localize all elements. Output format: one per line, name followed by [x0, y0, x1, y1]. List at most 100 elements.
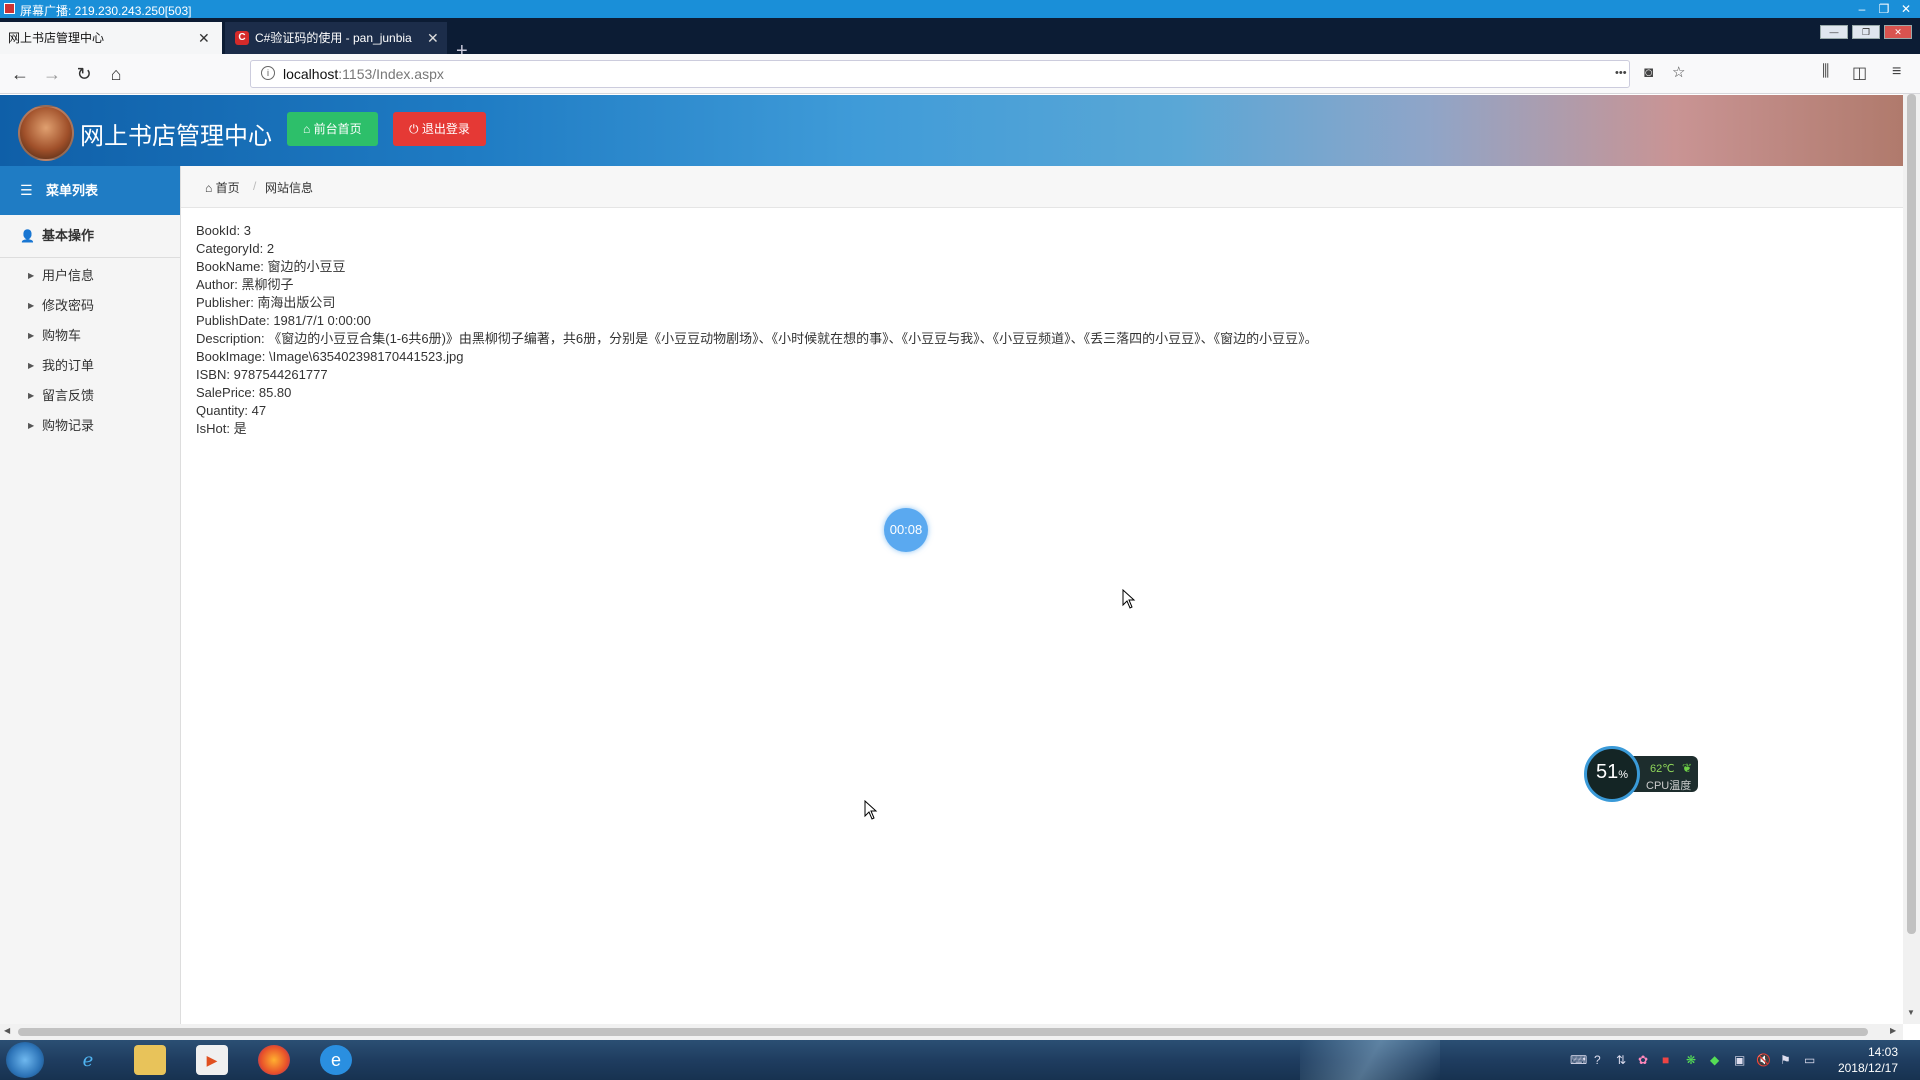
broadcast-close-button[interactable]: ✕ [1896, 0, 1916, 18]
horizontal-scrollbar[interactable]: ◀ ▶ [0, 1024, 1903, 1040]
bookmark-star-icon[interactable]: ☆ [1672, 63, 1685, 81]
home-icon: ⌂ [303, 122, 314, 136]
scroll-right-arrow-icon[interactable]: ▶ [1890, 1026, 1896, 1035]
book-sale-price: SalePrice: 85.80 [196, 385, 292, 400]
clock-date: 2018/12/17 [1837, 1061, 1898, 1075]
tray-leaf-icon[interactable]: ◆ [1710, 1053, 1719, 1067]
leaf-icon: ❦ [1682, 761, 1693, 775]
cpu-temperature-widget[interactable]: 62℃ ❦ CPU温度 51% [1584, 746, 1700, 804]
broadcast-title: 屏幕广播: 219.230.243.250[503] [20, 4, 192, 18]
sidebar-item-label: 购物记录 [42, 418, 95, 433]
mouse-cursor-icon [1122, 589, 1136, 609]
menu-list-label: 菜单列表 [46, 183, 99, 198]
sidebar-item-label: 我的订单 [42, 358, 95, 373]
breadcrumb-current: 网站信息 [265, 181, 314, 195]
site-info-icon[interactable]: i [261, 66, 275, 80]
mouse-cursor-icon [864, 800, 878, 820]
vertical-scrollbar[interactable]: ▼ [1903, 94, 1920, 1024]
caret-right-icon: ▶ [28, 391, 35, 400]
pocket-icon[interactable]: ◙ [1644, 64, 1653, 81]
logout-label: 退出登录 [421, 122, 470, 136]
scroll-down-arrow-icon[interactable]: ▼ [1907, 1008, 1915, 1017]
cpu-temperature: 62℃ [1650, 763, 1675, 775]
firefox-icon[interactable] [258, 1045, 290, 1075]
vertical-scroll-thumb[interactable] [1907, 94, 1916, 934]
caret-right-icon: ▶ [28, 361, 35, 370]
system-clock[interactable]: 14:03 2018/12/17 [1826, 1044, 1898, 1076]
tray-display-icon[interactable]: ▭ [1804, 1053, 1815, 1067]
url-text[interactable]: localhost:1153/Index.aspx [283, 66, 444, 82]
file-explorer-icon[interactable] [134, 1045, 166, 1075]
menu-list-header[interactable]: ☰ 菜单列表 [0, 166, 180, 215]
broadcast-minimize-button[interactable]: – [1852, 0, 1872, 18]
url-bar[interactable]: i localhost:1153/Index.aspx ••• [250, 60, 1630, 88]
frontpage-home-button[interactable]: ⌂ 前台首页 [287, 112, 378, 146]
tray-flag-icon[interactable]: ⚑ [1780, 1053, 1791, 1067]
tray-monitor-icon[interactable]: ▣ [1734, 1053, 1745, 1067]
window-minimize-button[interactable]: — [1820, 25, 1848, 39]
media-player-icon[interactable]: ▶ [196, 1045, 228, 1075]
tray-keyboard-icon[interactable]: ⌨ [1570, 1053, 1587, 1067]
tray-volume-muted-icon[interactable]: 🔇 [1756, 1053, 1771, 1067]
sidebar-toggle-icon[interactable]: ◫ [1852, 63, 1867, 83]
app-title: 网上书店管理中心 [80, 123, 272, 150]
start-button[interactable] [6, 1042, 44, 1078]
sidebar-item-feedback[interactable]: ▶ 留言反馈 [0, 381, 180, 411]
cpu-usage-value: 51 [1596, 761, 1619, 783]
sidebar-item-purchase-history[interactable]: ▶ 购物记录 [0, 411, 180, 441]
caret-right-icon: ▶ [28, 421, 35, 430]
browser-tab-strip: 网上书店管理中心 ✕ C C#验证码的使用 - pan_junbia ✕ + [0, 18, 1920, 62]
power-icon: ⏻ [409, 122, 422, 136]
hamburger-menu-icon[interactable]: ≡ [1892, 63, 1901, 81]
book-publisher: Publisher: 南海出版公司 [196, 295, 336, 310]
back-button[interactable]: ← [8, 62, 32, 86]
tab-csharp-captcha[interactable]: C C#验证码的使用 - pan_junbia ✕ [225, 22, 447, 54]
tab-close-icon[interactable]: ✕ [198, 22, 210, 54]
tray-green-icon[interactable]: ❋ [1686, 1053, 1696, 1067]
tray-app-icon[interactable]: ✿ [1638, 1053, 1648, 1067]
scroll-left-arrow-icon[interactable]: ◀ [4, 1026, 10, 1035]
tray-security-icon[interactable]: ■ [1662, 1053, 1669, 1067]
tab-bookstore-admin[interactable]: 网上书店管理中心 ✕ [0, 22, 222, 54]
broadcast-restore-button[interactable]: ❐ [1874, 0, 1894, 18]
tab-close-icon[interactable]: ✕ [427, 22, 439, 54]
breadcrumb-home-link[interactable]: ⌂ 首页 [205, 179, 240, 196]
book-id: BookId: 3 [196, 223, 251, 238]
book-description: Description: 《窗边的小豆豆合集(1-6共6册)》由黑柳彻子编著，共… [196, 331, 1318, 346]
sidebar-item-change-password[interactable]: ▶ 修改密码 [0, 291, 180, 321]
section-label: 基本操作 [42, 228, 95, 243]
window-close-button[interactable]: ✕ [1884, 25, 1912, 39]
forward-button[interactable]: → [40, 62, 64, 86]
tab-label: 网上书店管理中心 [8, 31, 105, 45]
page-actions-icon[interactable]: ••• [1615, 67, 1627, 79]
ie-icon[interactable]: ℯ [72, 1045, 104, 1075]
broadcast-app-icon [4, 3, 15, 14]
url-host: localhost [283, 66, 339, 82]
sidebar-section-basic[interactable]: 👤 基本操作 [0, 215, 180, 258]
recording-timer[interactable]: 00:08 [884, 508, 928, 552]
sidebar-item-label: 修改密码 [42, 298, 95, 313]
horizontal-scroll-thumb[interactable] [18, 1028, 1868, 1036]
reload-button[interactable]: ↻ [72, 62, 96, 86]
sidebar-item-my-orders[interactable]: ▶ 我的订单 [0, 351, 180, 381]
sidebar-item-cart[interactable]: ▶ 购物车 [0, 321, 180, 351]
avatar [18, 105, 74, 161]
sidebar-item-label: 留言反馈 [42, 388, 95, 403]
window-restore-button[interactable]: ❐ [1852, 25, 1880, 39]
home-button[interactable]: ⌂ [104, 62, 128, 86]
sidebar: ☰ 菜单列表 👤 基本操作 ▶ 用户信息 ▶ 修改密码 ▶ 购物车 ▶ 我的订单… [0, 166, 181, 1026]
breadcrumb-home-label: 首页 [215, 181, 240, 195]
book-isbn: ISBN: 9787544261777 [196, 367, 328, 382]
broadcast-title-bar: 屏幕广播: 219.230.243.250[503] – ❐ ✕ [0, 0, 1920, 18]
tray-help-icon[interactable]: ? [1594, 1053, 1601, 1067]
list-icon: ☰ [20, 182, 33, 198]
browser-e-icon[interactable]: e [320, 1045, 352, 1075]
taskbar: ℯ ▶ e ⌨ ? ⇅ ✿ ■ ❋ ◆ ▣ 🔇 ⚑ ▭ 14:03 2018/1… [0, 1040, 1920, 1080]
logout-button[interactable]: ⏻ 退出登录 [393, 112, 486, 146]
tray-network-icon[interactable]: ⇅ [1616, 1053, 1626, 1067]
caret-right-icon: ▶ [28, 301, 35, 310]
book-name: BookName: 窗边的小豆豆 [196, 259, 346, 274]
sidebar-item-user-info[interactable]: ▶ 用户信息 [0, 261, 180, 291]
frontpage-home-label: 前台首页 [313, 122, 362, 136]
library-icon[interactable]: ⫼ [1822, 63, 1829, 81]
